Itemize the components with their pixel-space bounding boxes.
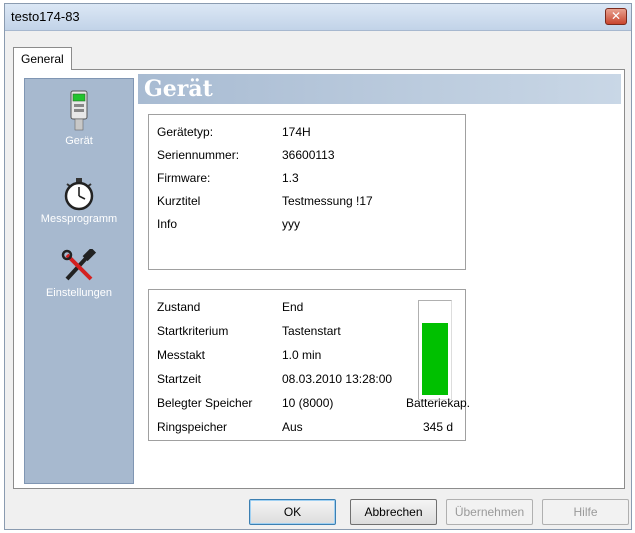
info-value: yyy	[282, 217, 300, 231]
tab-page: Gerät Messprogramm Einstellungen Gerät G…	[13, 69, 625, 489]
window-title: testo174-83	[11, 9, 80, 24]
info-value: 36600113	[282, 148, 335, 162]
status-value: 10 (8000)	[282, 396, 334, 410]
sidebar-item-label: Einstellungen	[45, 287, 113, 299]
status-value: 08.03.2010 13:28:00	[282, 372, 393, 386]
battery-value: 345 d	[422, 420, 454, 434]
info-label: Info	[157, 217, 178, 231]
info-label: Gerätetyp:	[157, 125, 214, 139]
close-button[interactable]: ✕	[605, 8, 627, 25]
status-label: Startzeit	[157, 372, 202, 386]
sidebar-item-label: Gerät	[65, 135, 93, 147]
page-title: Gerät	[144, 76, 213, 102]
sidebar-item-label: Messprogramm	[40, 213, 118, 225]
sidebar: Gerät Messprogramm Einstellungen	[24, 78, 134, 484]
status-value: Aus	[282, 420, 303, 434]
section-header: Gerät	[138, 74, 621, 104]
status-label: Ringspeicher	[157, 420, 228, 434]
status-label: Messtakt	[157, 348, 206, 362]
info-label: Kurztitel	[157, 194, 201, 208]
dialog-window: testo174-83 ✕ General Gerät Messprogramm…	[4, 3, 632, 530]
battery-label: Batteriekap.	[405, 396, 471, 410]
sidebar-item-einstellungen[interactable]: Einstellungen	[25, 249, 133, 299]
device-info-group: Gerätetyp: 174H Seriennummer: 36600113 F…	[148, 114, 466, 270]
status-label: Belegter Speicher	[157, 396, 253, 410]
info-row: Info yyy	[157, 217, 467, 237]
status-label: Startkriterium	[157, 324, 229, 338]
info-row: Firmware: 1.3	[157, 171, 467, 191]
info-value: 1.3	[282, 171, 299, 185]
info-value: Testmessung !17	[282, 194, 373, 208]
close-icon: ✕	[610, 9, 622, 23]
sidebar-item-geraet[interactable]: Gerät	[25, 89, 133, 147]
info-label: Firmware:	[157, 171, 211, 185]
status-value: 1.0 min	[282, 348, 322, 362]
battery-gauge	[418, 300, 452, 400]
tools-icon	[61, 249, 97, 281]
ok-button[interactable]: OK	[249, 499, 336, 525]
stopwatch-icon	[64, 178, 94, 211]
apply-button[interactable]: Übernehmen	[446, 499, 533, 525]
info-row: Kurztitel Testmessung !17	[157, 194, 467, 214]
help-button[interactable]: Hilfe	[542, 499, 629, 525]
status-value: Tastenstart	[282, 324, 341, 338]
info-label: Seriennummer:	[157, 148, 240, 162]
info-row: Gerätetyp: 174H	[157, 125, 467, 145]
sidebar-item-messprogramm[interactable]: Messprogramm	[25, 177, 133, 225]
device-icon	[70, 90, 88, 131]
status-label: Zustand	[157, 300, 201, 314]
tab-general-label: General	[21, 52, 64, 66]
info-value: 174H	[282, 125, 311, 139]
tab-general[interactable]: General	[13, 47, 72, 70]
status-value: End	[282, 300, 304, 314]
cancel-button[interactable]: Abbrechen	[350, 499, 437, 525]
battery-level-fill	[422, 323, 448, 395]
info-row: Seriennummer: 36600113	[157, 148, 467, 168]
title-bar[interactable]: testo174-83 ✕	[5, 4, 631, 31]
